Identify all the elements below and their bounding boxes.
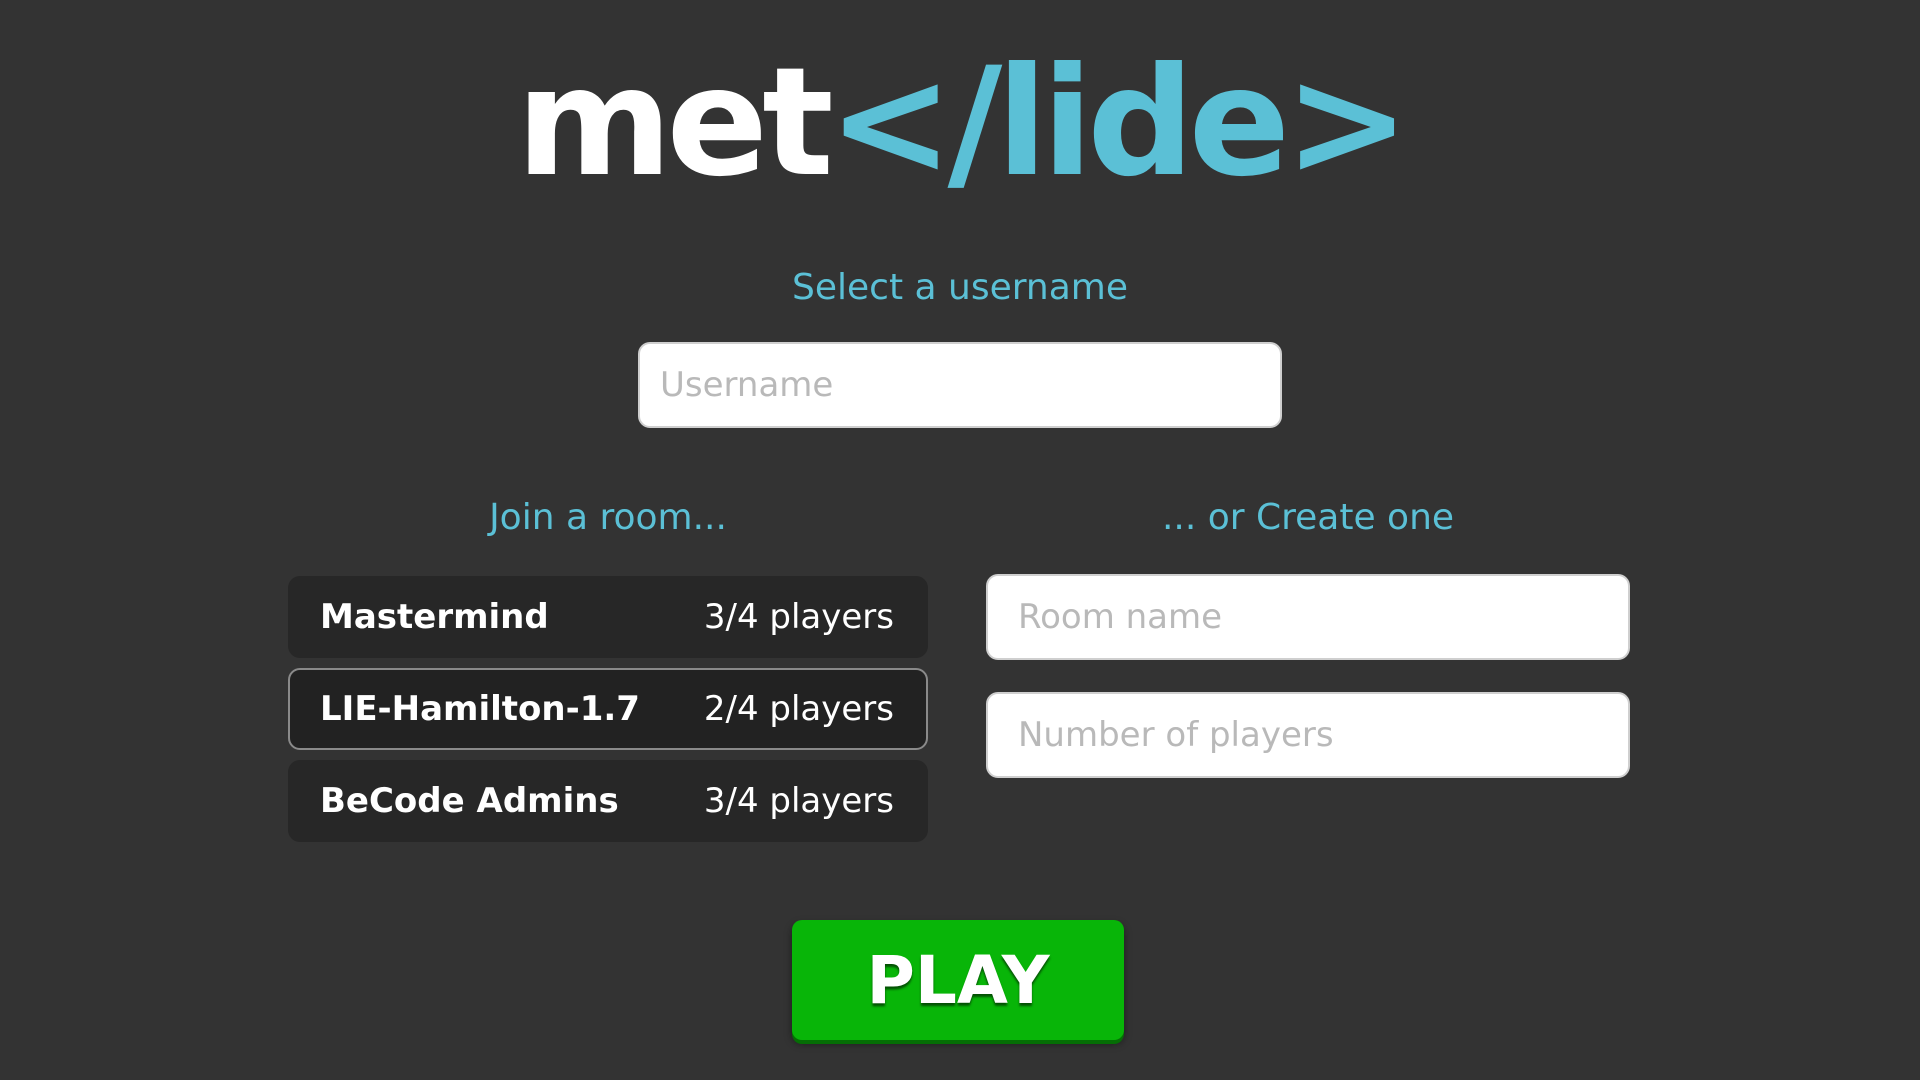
number-of-players-input[interactable] (986, 692, 1630, 778)
room-item[interactable]: BeCode Admins 3/4 players (288, 760, 928, 842)
lobby-page: met</lide> Select a username Join a room… (0, 0, 1920, 1080)
room-list: Mastermind 3/4 players LIE-Hamilton-1.7 … (288, 576, 928, 852)
room-name-input[interactable] (986, 574, 1630, 660)
create-room-label: ... or Create one (1161, 497, 1455, 538)
room-player-count: 2/4 players (703, 689, 894, 729)
room-player-count: 3/4 players (703, 597, 894, 637)
app-logo: met</lide> (0, 48, 1920, 198)
room-name: Mastermind (320, 597, 549, 637)
room-item[interactable]: Mastermind 3/4 players (288, 576, 928, 658)
join-room-label: Join a room... (489, 497, 727, 538)
logo-part-lide: </lide> (827, 36, 1410, 210)
room-player-count: 3/4 players (703, 781, 894, 821)
room-name: BeCode Admins (320, 781, 619, 821)
username-label: Select a username (792, 267, 1128, 308)
username-input[interactable] (638, 342, 1282, 428)
room-name: LIE-Hamilton-1.7 (320, 689, 640, 729)
logo-part-met: met (516, 36, 834, 210)
room-item-selected[interactable]: LIE-Hamilton-1.7 2/4 players (288, 668, 928, 750)
play-button[interactable]: PLAY (792, 920, 1124, 1040)
